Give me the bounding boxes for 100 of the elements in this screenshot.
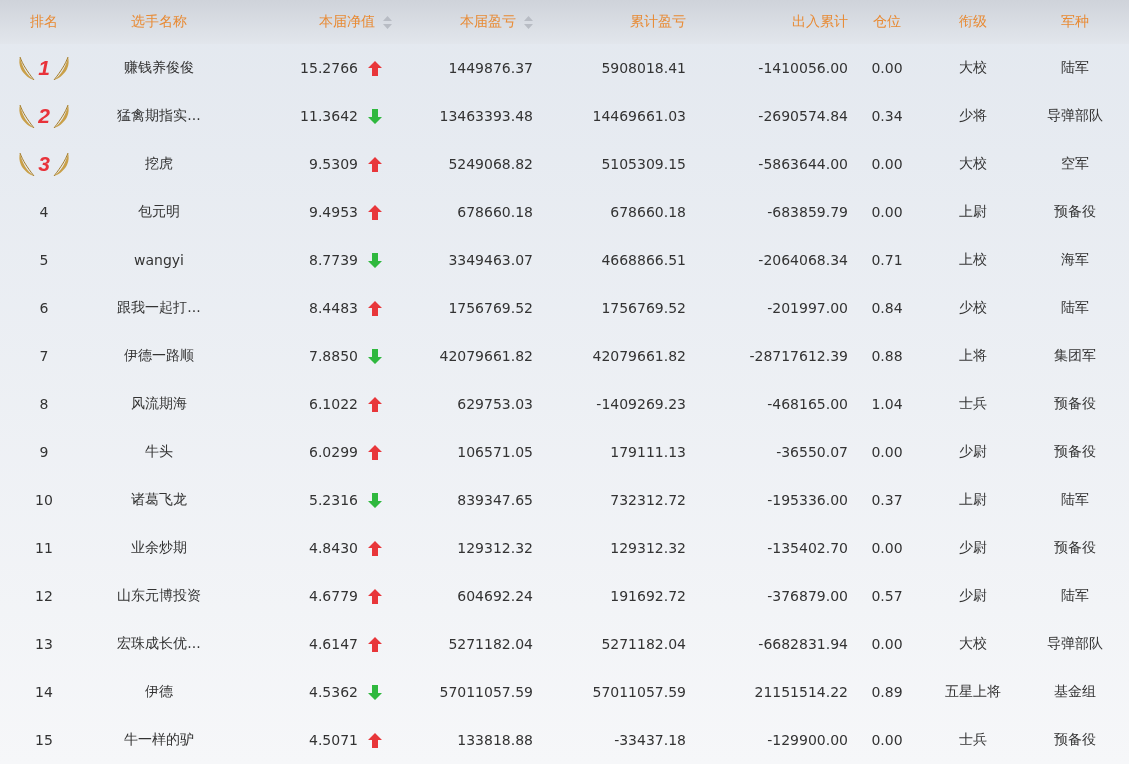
cash-flow: -683859.79 — [766, 204, 848, 220]
rank-title: 五星上将 — [944, 683, 1002, 701]
cash-flow: -468165.00 — [766, 396, 848, 412]
rank-number: 15 — [34, 732, 54, 748]
net-value: 4.8430 — [309, 540, 358, 556]
rank-number: 5 — [38, 252, 50, 268]
total-pnl: 14469661.03 — [591, 108, 686, 124]
total-pnl: 5105309.15 — [600, 156, 686, 172]
cash-flow: -36550.07 — [775, 444, 848, 460]
player-name: 牛一样的驴 — [123, 731, 195, 749]
player-name: 宏珠成长优... — [116, 635, 202, 653]
cash-flow: -129900.00 — [766, 732, 848, 748]
total-pnl: 57011057.59 — [591, 684, 686, 700]
player-name: 风流期海 — [130, 395, 188, 413]
period-pnl: 629753.03 — [456, 396, 533, 412]
column-header: 累计盈亏 — [630, 13, 686, 31]
cash-flow: -376879.00 — [766, 588, 848, 604]
rank-number: 11 — [34, 540, 54, 556]
position-ratio: 0.57 — [870, 588, 904, 604]
rank-title: 少尉 — [958, 587, 988, 605]
player-name: 诸葛飞龙 — [130, 491, 188, 509]
service-branch: 陆军 — [1059, 587, 1090, 605]
position-ratio: 0.34 — [870, 108, 904, 124]
net-value: 4.6147 — [309, 636, 358, 652]
cash-flow: -28717612.39 — [748, 348, 848, 364]
period-pnl: 604692.24 — [456, 588, 533, 604]
net-value: 4.5071 — [309, 732, 358, 748]
rank-title: 少尉 — [958, 443, 988, 461]
total-pnl: 42079661.82 — [591, 348, 686, 364]
column-header[interactable]: 本届盈亏 — [460, 13, 516, 31]
period-pnl: 839347.65 — [456, 492, 533, 508]
wing-icon — [51, 103, 70, 129]
position-ratio: 0.00 — [870, 60, 904, 76]
net-value: 9.4953 — [309, 204, 358, 220]
cash-flow: -5863644.00 — [757, 156, 848, 172]
sort-icon[interactable] — [383, 15, 392, 29]
position-ratio: 0.00 — [870, 732, 904, 748]
rank-number: 1 — [38, 56, 50, 80]
period-pnl: 13463393.48 — [438, 108, 533, 124]
wing-icon — [18, 151, 37, 177]
sort-icon[interactable] — [524, 15, 533, 29]
rank-number: 13 — [34, 636, 54, 652]
position-ratio: 0.71 — [870, 252, 904, 268]
rank-title: 大校 — [958, 59, 988, 77]
column-header[interactable]: 本届净值 — [319, 13, 375, 31]
total-pnl: 1756769.52 — [600, 300, 686, 316]
rank-title: 少尉 — [958, 539, 988, 557]
column-header: 选手名称 — [131, 13, 187, 31]
net-value: 6.1022 — [309, 396, 358, 412]
service-branch: 预备役 — [1052, 731, 1097, 749]
rank-title: 少校 — [958, 299, 988, 317]
net-value: 8.7739 — [309, 252, 358, 268]
period-pnl: 5249068.82 — [447, 156, 533, 172]
player-name: wangyi — [133, 252, 185, 268]
rank-number: 12 — [34, 588, 54, 604]
service-branch: 空军 — [1059, 155, 1090, 173]
rank-title: 大校 — [958, 155, 988, 173]
cash-flow: 21151514.22 — [753, 684, 848, 700]
net-value: 15.2766 — [300, 60, 358, 76]
total-pnl: 732312.72 — [609, 492, 686, 508]
service-branch: 陆军 — [1059, 491, 1090, 509]
service-branch: 预备役 — [1052, 443, 1097, 461]
total-pnl: 678660.18 — [609, 204, 686, 220]
cash-flow: -1410056.00 — [757, 60, 848, 76]
player-name: 伊德一路顺 — [123, 347, 195, 365]
service-branch: 预备役 — [1052, 203, 1097, 221]
position-ratio: 0.88 — [870, 348, 904, 364]
cash-flow: -195336.00 — [766, 492, 848, 508]
rank-number: 10 — [34, 492, 54, 508]
position-ratio: 0.00 — [870, 636, 904, 652]
net-value: 7.8850 — [309, 348, 358, 364]
service-branch: 预备役 — [1052, 395, 1097, 413]
wing-icon — [51, 55, 70, 81]
player-name: 跟我一起打... — [116, 299, 202, 317]
total-pnl: 179111.13 — [609, 444, 686, 460]
rank-number: 8 — [38, 396, 50, 412]
total-pnl: 5271182.04 — [600, 636, 686, 652]
cash-flow: -2690574.84 — [757, 108, 848, 124]
rank-number: 9 — [38, 444, 50, 460]
player-name: 包元明 — [137, 203, 181, 221]
wing-icon — [18, 103, 37, 129]
period-pnl: 1756769.52 — [447, 300, 533, 316]
period-pnl: 133818.88 — [456, 732, 533, 748]
period-pnl: 42079661.82 — [438, 348, 533, 364]
period-pnl: 3349463.07 — [447, 252, 533, 268]
position-ratio: 0.00 — [870, 540, 904, 556]
total-pnl: 4668866.51 — [600, 252, 686, 268]
wing-icon — [51, 151, 70, 177]
position-ratio: 0.00 — [870, 204, 904, 220]
net-value: 4.5362 — [309, 684, 358, 700]
cash-flow: -6682831.94 — [757, 636, 848, 652]
service-branch: 导弹部队 — [1045, 107, 1104, 125]
position-ratio: 0.84 — [870, 300, 904, 316]
position-ratio: 0.00 — [870, 156, 904, 172]
column-header: 出入累计 — [792, 13, 848, 31]
net-value: 5.2316 — [309, 492, 358, 508]
total-pnl: 5908018.41 — [600, 60, 686, 76]
column-header: 衔级 — [959, 13, 987, 31]
rank-title: 上尉 — [958, 491, 988, 509]
player-name: 猛禽期指实... — [116, 107, 202, 125]
